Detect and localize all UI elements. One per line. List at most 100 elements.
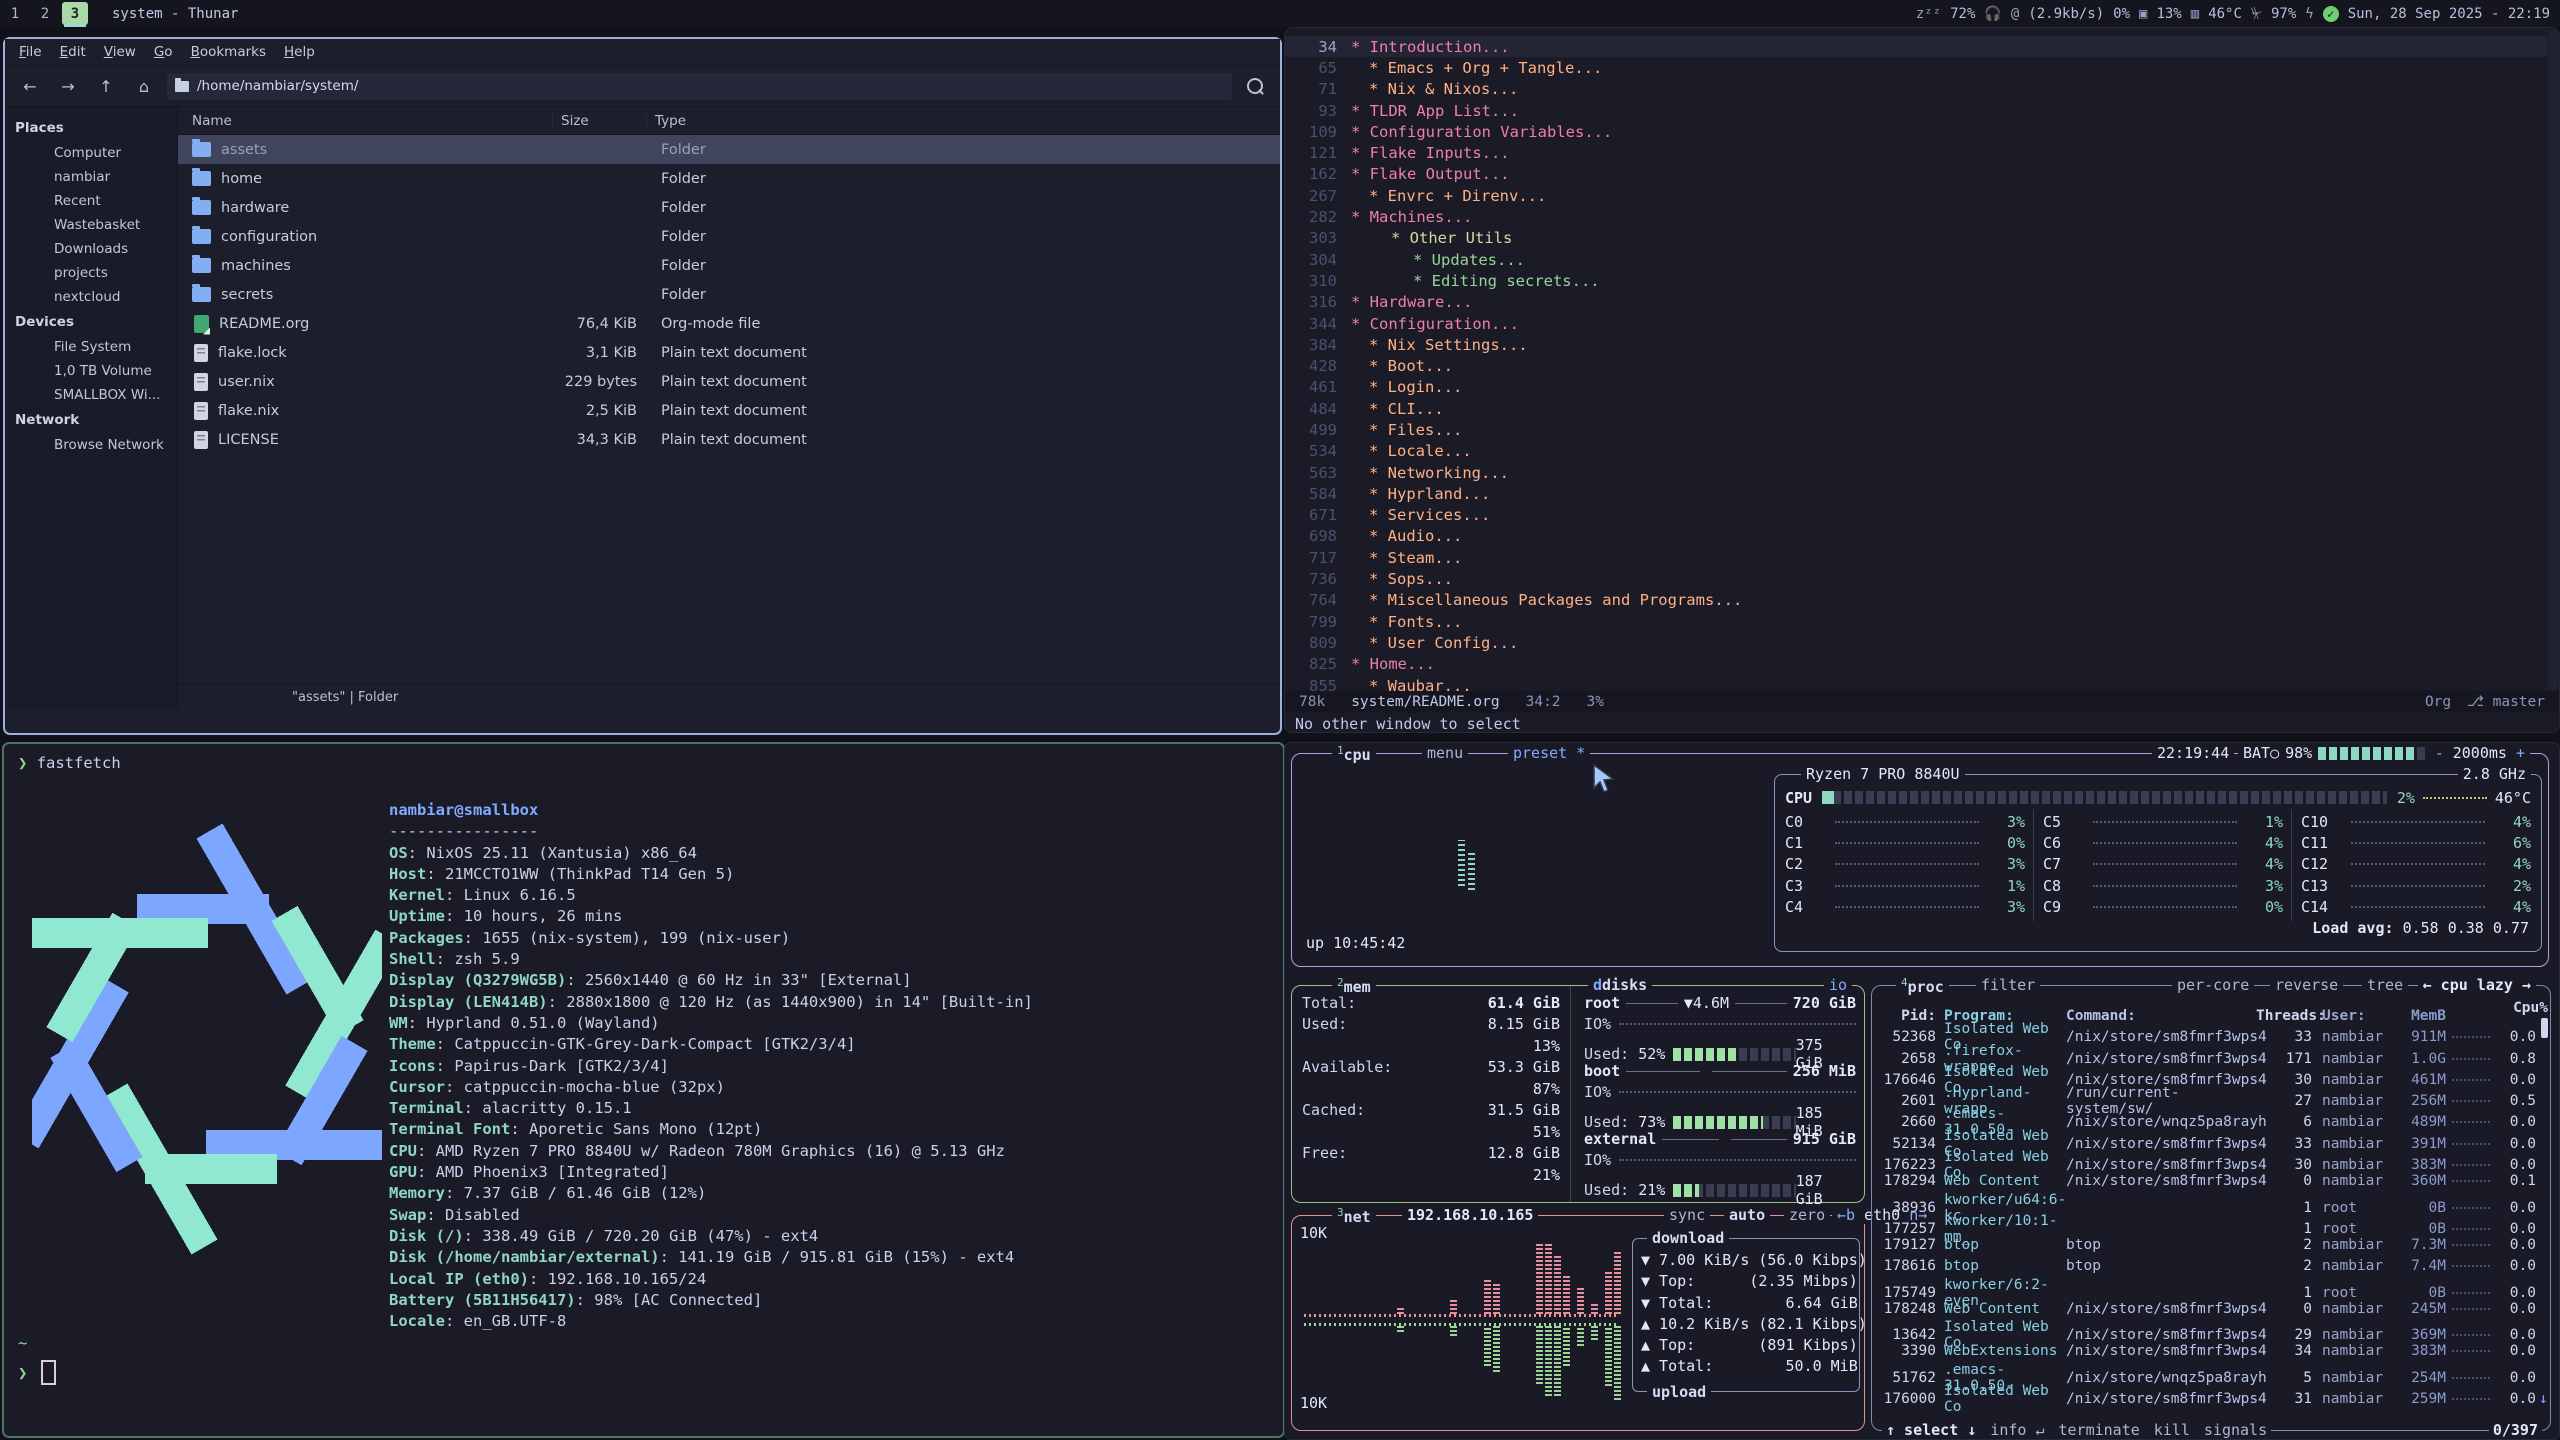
sidebar-item[interactable]: nextcloud bbox=[5, 285, 177, 309]
org-heading[interactable]: 764 * Miscellaneous Packages and Program… bbox=[1285, 590, 2547, 611]
net-sync-toggle[interactable]: sync bbox=[1664, 1206, 1710, 1224]
workspace-1[interactable]: 1 bbox=[2, 2, 28, 25]
org-heading[interactable]: 461 * Login... bbox=[1285, 377, 2547, 398]
process-row[interactable]: 52134 Isolated Web Co /nix/store/sm8fmrf… bbox=[1878, 1128, 2544, 1149]
org-heading[interactable]: 109 * Configuration Variables... bbox=[1285, 121, 2547, 142]
path-bar[interactable]: /home/nambiar/system/ bbox=[167, 73, 1232, 100]
table-row[interactable]: user.nix 229 bytes Plain text document bbox=[178, 367, 1280, 396]
sidebar-item-network[interactable]: Browse Network bbox=[5, 433, 177, 457]
org-heading[interactable]: 121 * Flake Inputs... bbox=[1285, 142, 2547, 163]
sidebar-item[interactable]: nambiar bbox=[5, 165, 177, 189]
table-row[interactable]: hardware Folder bbox=[178, 193, 1280, 222]
update-interval[interactable]: - 2000ms + bbox=[2430, 744, 2530, 762]
process-row[interactable]: 178248 Web Content /nix/store/sm8fmrf3wp… bbox=[1878, 1298, 2544, 1319]
menu-item[interactable]: Help bbox=[276, 42, 323, 62]
process-row[interactable]: 2601 .Hyprland-wrapp /run/current-system… bbox=[1878, 1085, 2544, 1106]
org-heading[interactable]: 825 * Home... bbox=[1285, 654, 2547, 675]
process-row[interactable]: 38936 kworker/u64:6-kc 1 root 0B 0.0 bbox=[1878, 1192, 2544, 1213]
menu-item[interactable]: File bbox=[11, 42, 50, 62]
process-scrollbar-thumb[interactable] bbox=[2541, 1018, 2548, 1038]
process-row[interactable]: 176000 Isolated Web Co /nix/store/sm8fmr… bbox=[1878, 1383, 2544, 1404]
table-row[interactable]: flake.lock 3,1 KiB Plain text document bbox=[178, 338, 1280, 367]
terminate-key[interactable]: terminate bbox=[2059, 1421, 2140, 1439]
sidebar-item[interactable]: Computer bbox=[5, 141, 177, 165]
back-button[interactable]: ← bbox=[15, 73, 45, 99]
org-heading[interactable]: 344 * Configuration... bbox=[1285, 313, 2547, 334]
workspace-3-active[interactable]: 3 bbox=[62, 2, 88, 25]
org-heading[interactable]: 736 * Sops... bbox=[1285, 568, 2547, 589]
process-row[interactable]: 176646 Isolated Web Co /nix/store/sm8fmr… bbox=[1878, 1064, 2544, 1085]
org-heading[interactable]: 303 * Other Utils bbox=[1285, 228, 2547, 249]
org-heading[interactable]: 499 * Files... bbox=[1285, 419, 2547, 440]
column-type[interactable]: Type bbox=[646, 113, 1280, 129]
org-heading[interactable]: 809 * User Config... bbox=[1285, 632, 2547, 653]
net-zero-toggle[interactable]: zero bbox=[1784, 1206, 1830, 1224]
select-keys[interactable]: ↑ select ↓ bbox=[1886, 1421, 1976, 1439]
sidebar-item[interactable]: Wastebasket bbox=[5, 213, 177, 237]
process-row[interactable]: 176223 Isolated Web Co /nix/store/sm8fmr… bbox=[1878, 1149, 2544, 1170]
process-row[interactable]: 175749 kworker/6:2-even 1 root 0B 0.0 bbox=[1878, 1277, 2544, 1298]
org-heading[interactable]: 671 * Services... bbox=[1285, 505, 2547, 526]
sidebar-item-device[interactable]: File System bbox=[5, 335, 177, 359]
tab-net[interactable]: 3net bbox=[1332, 1206, 1376, 1226]
tab-cpu[interactable]: 1cpu bbox=[1332, 744, 1376, 764]
idle-inhibit-icon[interactable]: zᶻᶻ bbox=[1916, 6, 1941, 22]
column-name[interactable]: Name bbox=[178, 113, 552, 129]
org-heading[interactable]: 563 * Networking... bbox=[1285, 462, 2547, 483]
process-table-header[interactable]: Pid: Program: Command: Threads: User: Me… bbox=[1878, 1000, 2544, 1021]
sort-selector[interactable]: ← cpu lazy → bbox=[2418, 976, 2536, 994]
preset-button[interactable]: preset * bbox=[1508, 744, 1590, 762]
org-heading[interactable]: 162 * Flake Output... bbox=[1285, 164, 2547, 185]
tab-proc[interactable]: 4proc bbox=[1896, 976, 1949, 996]
table-row[interactable]: home Folder bbox=[178, 164, 1280, 193]
per-core-toggle[interactable]: per-core bbox=[2172, 976, 2254, 994]
org-heading[interactable]: 384 * Nix Settings... bbox=[1285, 334, 2547, 355]
scrollbar[interactable] bbox=[2548, 30, 2558, 690]
process-row[interactable]: 52368 Isolated Web Co /nix/store/sm8fmrf… bbox=[1878, 1021, 2544, 1042]
workspace-2[interactable]: 2 bbox=[32, 2, 58, 25]
org-heading[interactable]: 584 * Hyprland... bbox=[1285, 483, 2547, 504]
org-heading[interactable]: 304 * Updates... bbox=[1285, 249, 2547, 270]
sidebar-item[interactable]: Recent bbox=[5, 189, 177, 213]
org-heading[interactable]: 428 * Boot... bbox=[1285, 355, 2547, 376]
org-heading[interactable]: 316 * Hardware... bbox=[1285, 292, 2547, 313]
table-row[interactable]: README.org 76,4 KiB Org-mode file bbox=[178, 309, 1280, 338]
table-row[interactable]: assets Folder bbox=[178, 135, 1280, 164]
org-heading[interactable]: 93 * TLDR App List... bbox=[1285, 100, 2547, 121]
sidebar-item[interactable]: Downloads bbox=[5, 237, 177, 261]
org-heading[interactable]: 698 * Audio... bbox=[1285, 526, 2547, 547]
menu-item[interactable]: Edit bbox=[52, 42, 94, 62]
volume-level[interactable]: 72% bbox=[1950, 6, 1975, 22]
org-heading[interactable]: 34 * Introduction... bbox=[1285, 36, 2547, 57]
search-icon[interactable] bbox=[1240, 73, 1270, 99]
sidebar-item[interactable]: projects bbox=[5, 261, 177, 285]
home-button[interactable]: ⌂ bbox=[129, 73, 159, 99]
process-row[interactable]: 179127 btop btop 2 nambiar 7.3M 0.0 bbox=[1878, 1234, 2544, 1255]
menu-item[interactable]: View bbox=[96, 42, 144, 62]
process-row[interactable]: 51762 .emacs-31.0.50- /nix/store/wnqz5pa… bbox=[1878, 1362, 2544, 1383]
org-heading[interactable]: 65 * Emacs + Org + Tangle... bbox=[1285, 57, 2547, 78]
table-row[interactable]: secrets Folder bbox=[178, 280, 1280, 309]
org-heading[interactable]: 310 * Editing secrets... bbox=[1285, 270, 2547, 291]
reverse-toggle[interactable]: reverse bbox=[2270, 976, 2343, 994]
menu-item[interactable]: Go bbox=[146, 42, 181, 62]
table-row[interactable]: machines Folder bbox=[178, 251, 1280, 280]
process-row[interactable]: 3390 WebExtensions /nix/store/sm8fmrf3wp… bbox=[1878, 1341, 2544, 1362]
kill-key[interactable]: kill bbox=[2154, 1421, 2190, 1439]
org-heading[interactable]: 267 * Envrc + Direnv... bbox=[1285, 185, 2547, 206]
tree-toggle[interactable]: tree bbox=[2362, 976, 2408, 994]
sidebar-item-device[interactable]: 1,0 TB Volume bbox=[5, 359, 177, 383]
org-heading[interactable]: 799 * Fonts... bbox=[1285, 611, 2547, 632]
filter-button[interactable]: filter bbox=[1976, 976, 2040, 994]
table-row[interactable]: LICENSE 34,3 KiB Plain text document bbox=[178, 425, 1280, 454]
shell-prompt-empty[interactable]: ❯ bbox=[18, 1360, 56, 1385]
table-row[interactable]: configuration Folder bbox=[178, 222, 1280, 251]
org-heading[interactable]: 282 * Machines... bbox=[1285, 206, 2547, 227]
net-auto-toggle[interactable]: auto bbox=[1724, 1206, 1770, 1224]
sidebar-item-device[interactable]: SMALLBOX Wi... bbox=[5, 383, 177, 407]
table-row[interactable]: flake.nix 2,5 KiB Plain text document bbox=[178, 396, 1280, 425]
process-row[interactable]: 2658 .firefox-wrappe /nix/store/sm8fmrf3… bbox=[1878, 1043, 2544, 1064]
process-row[interactable]: 178294 Web Content /nix/store/sm8fmrf3wp… bbox=[1878, 1170, 2544, 1191]
check-circle-icon[interactable]: ✓ bbox=[2323, 6, 2339, 22]
org-heading[interactable]: 717 * Steam... bbox=[1285, 547, 2547, 568]
